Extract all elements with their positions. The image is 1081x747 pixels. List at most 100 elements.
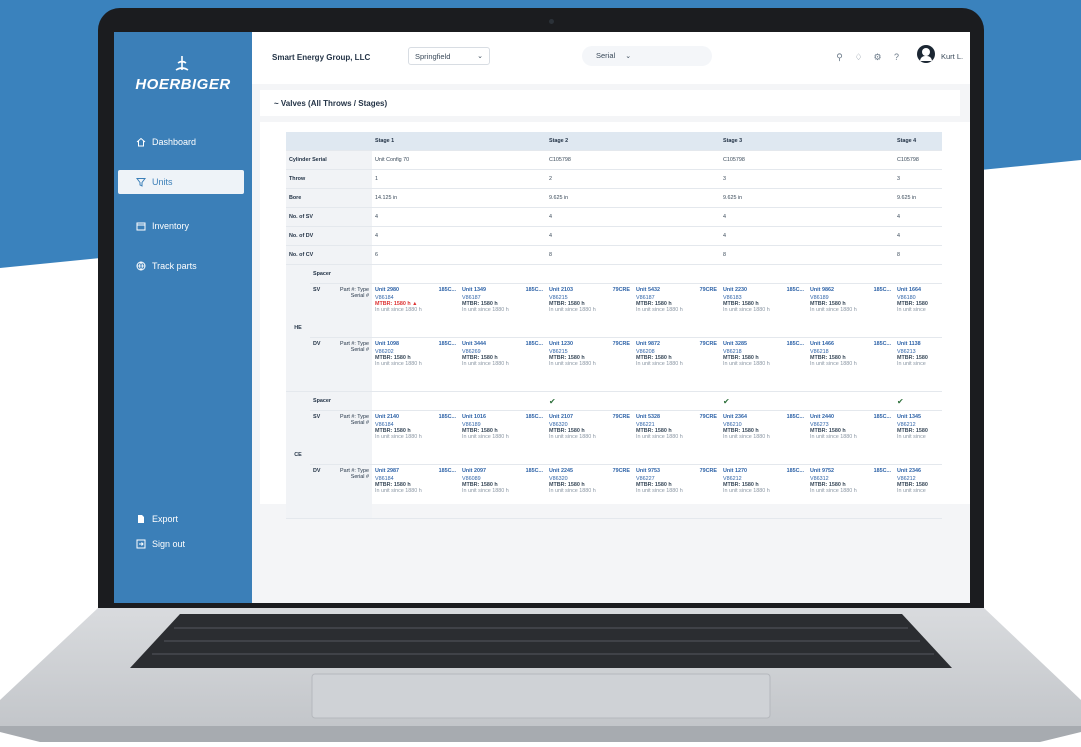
valve-cell[interactable]: Unit 9872 79CRE V86208 MTBR: 1580 h In unit … xyxy=(633,337,720,392)
unit-link[interactable]: Unit 1230 xyxy=(549,341,573,347)
unit-link[interactable]: Unit 2346 xyxy=(897,468,921,474)
unit-link[interactable]: Unit 1349 xyxy=(462,287,486,293)
in-unit-since: In unit since 1880 h xyxy=(810,307,857,313)
sign-out-button[interactable]: Sign out xyxy=(136,539,185,549)
valve-cell[interactable]: Unit 2980 185C... V86184 MTBR: 1580 h ▲ In u… xyxy=(372,283,459,338)
sidebar-item-inventory[interactable]: Inventory xyxy=(114,214,252,238)
location-select[interactable]: Springfield ⌄ xyxy=(408,47,490,65)
spacer-cell xyxy=(546,264,633,284)
row-label: No. of SV xyxy=(286,207,372,227)
in-unit-since: In unit since 1880 h xyxy=(375,361,422,367)
unit-link[interactable]: Unit 3285 xyxy=(723,341,747,347)
valve-cell[interactable]: Unit 3444 185C... V86269 MTBR: 1580 h In uni… xyxy=(459,337,546,392)
unit-link[interactable]: Unit 2364 xyxy=(723,414,747,420)
section-header[interactable]: ~ Valves (All Throws / Stages) xyxy=(260,90,960,116)
valve-cell[interactable]: Unit 1345 V86212 MTBR: 1580 In unit since xyxy=(894,410,942,465)
valve-cell[interactable]: Unit 2364 185C... V86210 MTBR: 1580 h In uni… xyxy=(720,410,807,465)
valve-cell[interactable]: Unit 2103 79CRE V86215 MTBR: 1580 h In unit … xyxy=(546,283,633,338)
sign-out-label: Sign out xyxy=(152,539,186,549)
unit-link[interactable]: Unit 2097 xyxy=(462,468,486,474)
valve-cell[interactable]: Unit 1016 185C... V86189 MTBR: 1580 h In uni… xyxy=(459,410,546,465)
sidebar-item-label: Inventory xyxy=(152,221,190,231)
export-button[interactable]: Export xyxy=(136,514,178,524)
chevron-down-icon: ⌄ xyxy=(477,53,483,60)
valve-cell[interactable]: Unit 5432 79CRE V86187 MTBR: 1580 h In unit … xyxy=(633,283,720,338)
unit-link[interactable]: Unit 5432 xyxy=(636,287,660,293)
table-row: Cylinder Serial Unit Config 70 C105798 C105… xyxy=(286,150,942,170)
valves-panel: Stage 1 Stage 2 Stage 3 Stage 4 Cylinder Ser… xyxy=(260,122,970,519)
table-row: No. of DV 4 4 4 4 xyxy=(286,226,942,246)
unit-link[interactable]: Unit 1466 xyxy=(810,341,834,347)
unit-link[interactable]: Unit 9752 xyxy=(810,468,834,474)
unit-link[interactable]: Unit 9753 xyxy=(636,468,660,474)
row-label: No. of DV xyxy=(286,226,372,246)
part-code: 185C... xyxy=(786,341,804,347)
part-code: 79CRE xyxy=(699,341,717,347)
gear-icon[interactable]: ⚙ xyxy=(872,52,883,63)
row-value: 4 xyxy=(894,226,942,246)
row-value: 9.625 in xyxy=(894,188,942,208)
unit-link[interactable]: Unit 2107 xyxy=(549,414,573,420)
valve-cell[interactable]: Unit 9862 185C... V86189 MTBR: 1580 h In uni… xyxy=(807,283,894,338)
search-icon[interactable]: ⚲ xyxy=(834,52,845,63)
valve-cell[interactable]: Unit 3285 185C... V86218 MTBR: 1580 h In uni… xyxy=(720,337,807,392)
unit-link[interactable]: Unit 1345 xyxy=(897,414,921,420)
spacer-cell xyxy=(894,264,942,284)
valve-cell[interactable]: Unit 2140 185C... V86184 MTBR: 1580 h In uni… xyxy=(372,410,459,465)
check-icon: ✔ xyxy=(897,396,904,406)
row-value: C105798 xyxy=(546,150,720,170)
valve-cell[interactable]: Unit 2346 V86212 MTBR: 1580 In unit since xyxy=(894,464,942,519)
unit-link[interactable]: Unit 1270 xyxy=(723,468,747,474)
stage-header: Stage 2 xyxy=(546,132,720,151)
unit-link[interactable]: Unit 2103 xyxy=(549,287,573,293)
unit-link[interactable]: Unit 5328 xyxy=(636,414,660,420)
valve-cell[interactable]: Unit 2245 79CRE V86320 MTBR: 1580 h In unit … xyxy=(546,464,633,519)
end-label: CE xyxy=(286,391,310,519)
in-unit-since: In unit since 1880 h xyxy=(636,434,683,440)
sidebar-item-track-parts[interactable]: Track parts xyxy=(114,254,252,278)
unit-link[interactable]: Unit 2987 xyxy=(375,468,399,474)
valve-cell[interactable]: Unit 1466 185C... V86218 MTBR: 1580 h In uni… xyxy=(807,337,894,392)
row-value: 14.125 in xyxy=(372,188,546,208)
help-icon[interactable]: ? xyxy=(891,52,902,63)
unit-link[interactable]: Unit 2140 xyxy=(375,414,399,420)
valve-cell[interactable]: Unit 1230 79CRE V86215 MTBR: 1580 h In unit … xyxy=(546,337,633,392)
valve-cell[interactable]: Unit 2107 79CRE V86320 MTBR: 1580 h In unit … xyxy=(546,410,633,465)
valve-cell[interactable]: Unit 1098 185C... V86202 MTBR: 1580 h In uni… xyxy=(372,337,459,392)
valve-cell[interactable]: Unit 1138 V86213 MTBR: 1580 In unit since xyxy=(894,337,942,392)
avatar[interactable] xyxy=(917,45,935,63)
unit-link[interactable]: Unit 1664 xyxy=(897,287,921,293)
location-value: Springfield xyxy=(415,52,451,61)
valve-cell[interactable]: Unit 1664 V86180 MTBR: 1580 In unit since xyxy=(894,283,942,338)
user-name[interactable]: Kurt L. xyxy=(941,52,963,61)
valve-cell[interactable]: Unit 2987 185C... V86184 MTBR: 1580 h In uni… xyxy=(372,464,459,519)
unit-link[interactable]: Unit 2230 xyxy=(723,287,747,293)
unit-link[interactable]: Unit 9862 xyxy=(810,287,834,293)
valve-cell[interactable]: Unit 9752 185C... V86312 MTBR: 1580 h In uni… xyxy=(807,464,894,519)
unit-link[interactable]: Unit 1138 xyxy=(897,341,921,347)
valve-cell[interactable]: Unit 5328 79CRE V86221 MTBR: 1580 h In unit … xyxy=(633,410,720,465)
valve-cell[interactable]: Unit 1270 185C... V86212 MTBR: 1580 h In uni… xyxy=(720,464,807,519)
unit-link[interactable]: Unit 9872 xyxy=(636,341,660,347)
valve-cell[interactable]: Unit 2440 185C... V86273 MTBR: 1580 h In uni… xyxy=(807,410,894,465)
unit-link[interactable]: Unit 3444 xyxy=(462,341,486,347)
valve-cell[interactable]: Unit 2230 185C... V86183 MTBR: 1580 h In uni… xyxy=(720,283,807,338)
part-code: 185C... xyxy=(525,341,543,347)
sidebar-item-units[interactable]: Units xyxy=(118,170,244,194)
valve-field-labels: Part #: Type Serial # xyxy=(332,464,372,519)
table-row: Throw 1 2 3 3 xyxy=(286,169,942,189)
unit-link[interactable]: Unit 2440 xyxy=(810,414,834,420)
unit-link[interactable]: Unit 1016 xyxy=(462,414,486,420)
row-value: 1 xyxy=(372,169,546,189)
valve-cell[interactable]: Unit 9753 79CRE V86227 MTBR: 1580 h In unit … xyxy=(633,464,720,519)
in-unit-since: In unit since 1880 h xyxy=(375,488,422,494)
unit-link[interactable]: Unit 1098 xyxy=(375,341,399,347)
part-code: 185C... xyxy=(786,414,804,420)
search-type-select[interactable]: Serial ⌄ xyxy=(582,46,712,66)
sidebar-item-dashboard[interactable]: Dashboard xyxy=(114,130,252,154)
bell-icon[interactable]: ♢ xyxy=(853,52,864,63)
valve-cell[interactable]: Unit 1349 185C... V86187 MTBR: 1580 h In uni… xyxy=(459,283,546,338)
valve-cell[interactable]: Unit 2097 185C... V86089 MTBR: 1580 h In uni… xyxy=(459,464,546,519)
unit-link[interactable]: Unit 2245 xyxy=(549,468,573,474)
unit-link[interactable]: Unit 2980 xyxy=(375,287,399,293)
